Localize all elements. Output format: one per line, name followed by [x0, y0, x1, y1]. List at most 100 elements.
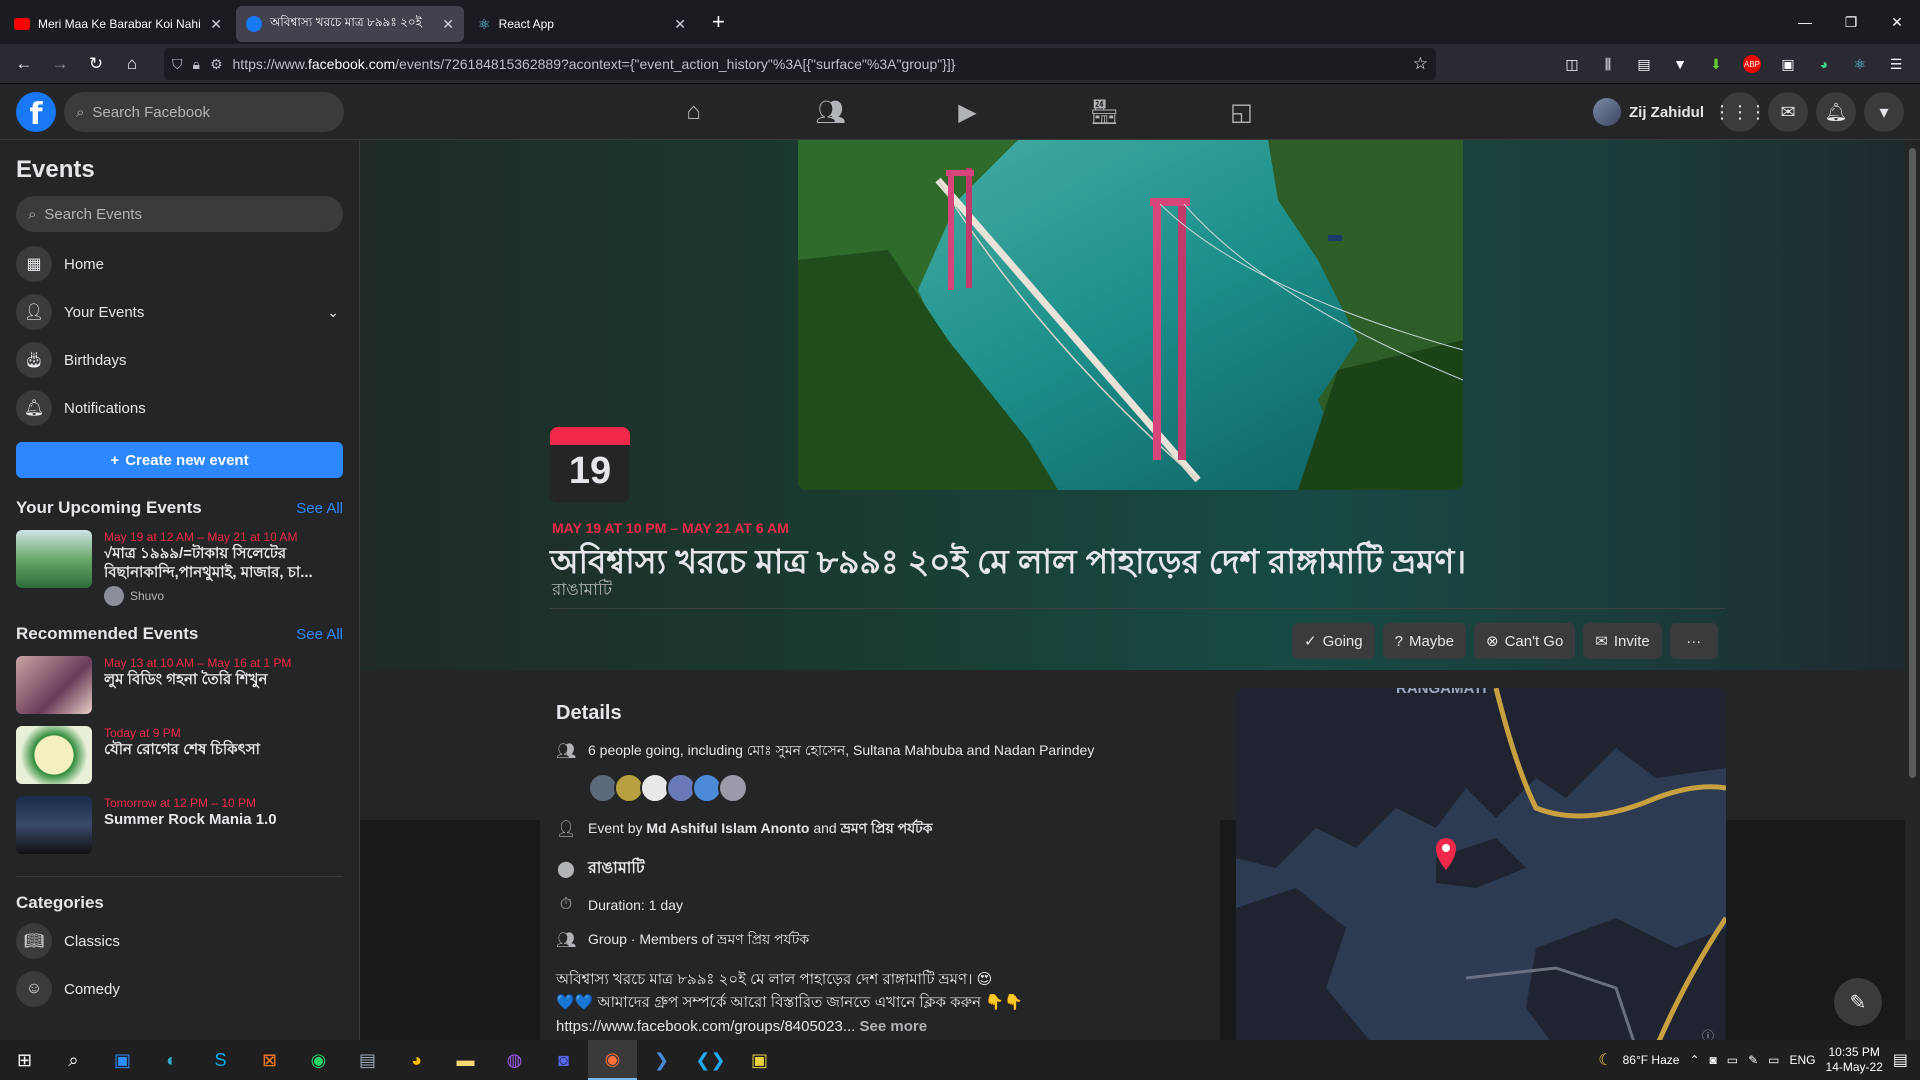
- host-link[interactable]: Md Ashiful Islam Anonto: [646, 820, 809, 836]
- group-link[interactable]: ভ্রমণ প্রিয় পর্যটক: [717, 931, 809, 947]
- account-dropdown-icon[interactable]: ▾: [1864, 92, 1904, 132]
- event-cover-photo[interactable]: [798, 140, 1463, 490]
- shield-icon[interactable]: ⛉: [172, 56, 183, 73]
- skype-icon[interactable]: S: [196, 1040, 245, 1080]
- vscode-icon[interactable]: ❮❯: [686, 1040, 735, 1080]
- category-comedy[interactable]: ☺ Comedy: [16, 965, 343, 1013]
- messenger-icon[interactable]: ◍: [490, 1040, 539, 1080]
- color-extension-icon[interactable]: ◕: [1808, 48, 1840, 80]
- new-tab-button[interactable]: +: [712, 9, 725, 35]
- chrome-icon[interactable]: ◕: [392, 1040, 441, 1080]
- whatsapp-icon[interactable]: ◉: [294, 1040, 343, 1080]
- firefox-icon[interactable]: ◉: [588, 1040, 637, 1080]
- meet-icon[interactable]: ▭: [1727, 1053, 1738, 1067]
- url-bar[interactable]: ⛉ 🔒︎ ⚙ https://www.facebook.com/events/7…: [164, 48, 1436, 80]
- chevron-up-icon[interactable]: ⌃: [1689, 1053, 1699, 1067]
- gaming-nav-icon[interactable]: ◱: [1173, 84, 1310, 140]
- list-item[interactable]: Today at 9 PM যৌন রোগের শেষ চিকিৎসা: [16, 726, 343, 784]
- bookmark-star-icon[interactable]: ☆: [1413, 54, 1428, 74]
- permissions-icon[interactable]: ⚙: [210, 56, 223, 73]
- discord-tray-icon[interactable]: ◙: [1710, 1053, 1717, 1067]
- home-icon[interactable]: ⌂: [114, 48, 150, 80]
- xampp-icon[interactable]: ⊠: [245, 1040, 294, 1080]
- category-classics[interactable]: 📖︎ Classics: [16, 917, 343, 965]
- notification-center-icon[interactable]: ▤: [1893, 1050, 1908, 1070]
- see-more-link[interactable]: See more: [860, 1018, 928, 1035]
- close-tab-icon[interactable]: ✕: [442, 16, 454, 33]
- profile-button[interactable]: Zij Zahidul: [1585, 94, 1712, 130]
- list-item[interactable]: Tomorrow at 12 PM – 10 PM Summer Rock Ma…: [16, 796, 343, 854]
- sidebar-item-birthdays[interactable]: 🎂︎ Birthdays: [16, 336, 343, 384]
- restore-icon[interactable]: ❐: [1828, 0, 1874, 44]
- language-indicator[interactable]: ENG: [1790, 1053, 1816, 1067]
- friends-nav-icon[interactable]: 👥︎: [762, 84, 899, 140]
- powershell-icon[interactable]: ❯: [637, 1040, 686, 1080]
- description-link[interactable]: https://www.facebook.com/groups/8405023.…: [556, 1018, 855, 1035]
- maybe-button[interactable]: ? Maybe: [1382, 623, 1466, 659]
- cant-go-button[interactable]: ⊗ Can't Go: [1473, 623, 1576, 659]
- marketplace-nav-icon[interactable]: 🏪︎: [1036, 84, 1173, 140]
- library-icon[interactable]: ⫼: [1592, 48, 1624, 80]
- sidebar-item-home[interactable]: ▦ Home: [16, 240, 343, 288]
- minimize-icon[interactable]: —: [1782, 0, 1828, 44]
- home-nav-icon[interactable]: ⌂: [625, 84, 762, 140]
- forward-icon[interactable]: →: [42, 48, 78, 80]
- facebook-search-input[interactable]: ⌕ Search Facebook: [64, 92, 344, 132]
- browser-tab-react[interactable]: ⚛ React App ✕: [468, 6, 696, 42]
- search-events-input[interactable]: ⌕ Search Events: [16, 196, 343, 232]
- close-tab-icon[interactable]: ✕: [210, 16, 222, 33]
- attendee-avatars[interactable]: [588, 773, 1204, 803]
- notes-icon[interactable]: ▤: [343, 1040, 392, 1080]
- edge-icon[interactable]: ◐: [147, 1040, 196, 1080]
- watch-nav-icon[interactable]: ▶: [899, 84, 1036, 140]
- see-all-recommended-link[interactable]: See All: [296, 626, 343, 643]
- react-devtools-icon[interactable]: ⚛: [1844, 48, 1876, 80]
- event-map[interactable]: RANGAMATI ⓘ: [1236, 688, 1726, 1040]
- clock[interactable]: 10:35 PM 14-May-22: [1826, 1045, 1883, 1075]
- event-location[interactable]: রাঙামাটি: [552, 577, 612, 605]
- see-all-upcoming-link[interactable]: See All: [296, 500, 343, 517]
- browser-tab-facebook[interactable]: অবিশ্বাস্য খরচে মাত্র ৮৯৯ঃ ২০ই ✕: [236, 6, 464, 42]
- pocket-icon[interactable]: ◫: [1556, 48, 1588, 80]
- place-link[interactable]: রাঙামাটি: [588, 855, 645, 882]
- sidebar-icon[interactable]: ▤: [1628, 48, 1660, 80]
- extension-icon[interactable]: ▣: [1772, 48, 1804, 80]
- menu-icon[interactable]: ☰: [1880, 48, 1912, 80]
- info-icon[interactable]: ⓘ: [1702, 1027, 1714, 1040]
- chevron-down-icon[interactable]: ⌄: [327, 304, 339, 321]
- notifications-bell-icon[interactable]: 🔔︎: [1816, 92, 1856, 132]
- search-icon[interactable]: ⌕: [49, 1040, 98, 1080]
- new-message-button[interactable]: ✎: [1834, 978, 1882, 1026]
- file-explorer-icon[interactable]: ▬: [441, 1040, 490, 1080]
- facebook-logo-icon[interactable]: f: [16, 92, 56, 132]
- zoom-icon[interactable]: ▣: [98, 1040, 147, 1080]
- weather-text[interactable]: 86°F Haze: [1623, 1053, 1680, 1067]
- back-icon[interactable]: ←: [6, 48, 42, 80]
- network-icon[interactable]: ▭: [1768, 1053, 1779, 1067]
- invite-button[interactable]: ✉ Invite: [1583, 623, 1662, 659]
- menu-grid-icon[interactable]: ⋮⋮⋮: [1713, 92, 1767, 132]
- create-new-event-button[interactable]: + Create new event: [16, 442, 343, 478]
- close-window-icon[interactable]: ✕: [1874, 0, 1920, 44]
- going-name-link[interactable]: মোঃ সুমন হোসেন: [747, 742, 845, 758]
- scrollbar[interactable]: [1905, 140, 1920, 1040]
- pen-icon[interactable]: ✎: [1748, 1053, 1758, 1067]
- messenger-icon[interactable]: ✉: [1768, 92, 1808, 132]
- going-button[interactable]: ✓ Going: [1292, 623, 1375, 659]
- sidebar-item-your-events[interactable]: 👤︎ Your Events ⌄: [16, 288, 343, 336]
- app-icon[interactable]: ▣: [735, 1040, 784, 1080]
- page-link[interactable]: ভ্রমণ প্রিয় পর্যটক: [841, 820, 933, 836]
- windows-start-icon[interactable]: ⊞: [0, 1040, 49, 1080]
- list-item[interactable]: May 19 at 12 AM – May 21 at 10 AM √মাত্র…: [16, 530, 343, 606]
- close-tab-icon[interactable]: ✕: [674, 16, 686, 33]
- browser-tab-youtube[interactable]: Meri Maa Ke Barabar Koi Nahi ( ✕: [4, 6, 232, 42]
- vpn-icon[interactable]: ▼: [1664, 48, 1696, 80]
- more-options-button[interactable]: ···: [1669, 623, 1718, 659]
- adblock-icon[interactable]: ABP: [1736, 48, 1768, 80]
- reload-icon[interactable]: ↻: [78, 48, 114, 80]
- list-item[interactable]: May 13 at 10 AM – May 16 at 1 PM লুম বিড…: [16, 656, 343, 714]
- download-icon[interactable]: ⬇: [1700, 48, 1732, 80]
- sidebar-item-notifications[interactable]: 🔔︎ Notifications: [16, 384, 343, 432]
- lock-icon[interactable]: 🔒︎: [193, 56, 200, 73]
- discord-icon[interactable]: ◙: [539, 1040, 588, 1080]
